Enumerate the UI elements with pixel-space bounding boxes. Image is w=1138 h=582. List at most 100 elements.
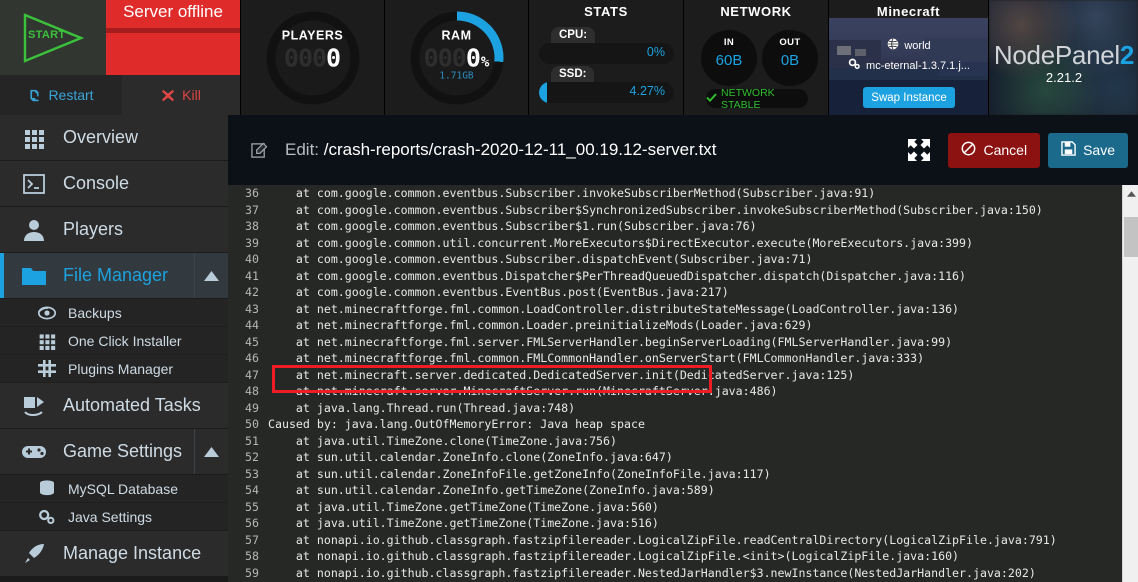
code-line: 54 at sun.util.calendar.ZoneInfo.getTime… <box>228 482 1122 499</box>
line-number: 40 <box>245 252 259 266</box>
line-number: 42 <box>245 285 259 299</box>
cancel-button[interactable]: Cancel <box>948 132 1041 168</box>
line-text: at net.minecraftforge.fml.server.FMLServ… <box>268 334 953 349</box>
sidebar-item-label: Backups <box>68 304 122 321</box>
minecraft-world-name: world <box>904 39 931 52</box>
line-number: 56 <box>245 516 259 530</box>
server-status-banner: Server offline <box>106 0 240 75</box>
grid-icon <box>38 333 56 350</box>
sidebar-item-label: MySQL Database <box>68 480 178 497</box>
sidebar-item-overview[interactable]: Overview <box>0 115 228 161</box>
sidebar-item-label: Java Settings <box>68 508 153 525</box>
start-button[interactable]: START <box>0 0 106 75</box>
line-number: 57 <box>245 532 259 547</box>
terminal-icon <box>22 173 46 195</box>
kill-button[interactable]: Kill <box>122 75 240 115</box>
ram-ghost-digits: 000 <box>423 43 467 72</box>
line-number: 59 <box>245 565 259 580</box>
players-ghost-digits: 000 <box>283 43 327 72</box>
players-gauge-ring: PLAYERS 0000 <box>266 11 359 104</box>
cpu-bar: 0% <box>539 43 674 64</box>
code-line: 42 at com.google.common.eventbus.EventBu… <box>228 284 1122 301</box>
line-number: 49 <box>245 400 259 415</box>
line-text: at com.google.common.eventbus.Subscriber… <box>268 219 757 233</box>
ram-gauge-title: RAM <box>441 28 472 42</box>
line-text: at com.google.common.eventbus.Subscriber… <box>268 202 1043 217</box>
code-view[interactable]: 36 at com.google.common.eventbus.Subscri… <box>228 185 1122 582</box>
line-text: at sun.util.calendar.ZoneInfo.getTimeZon… <box>268 483 715 497</box>
minecraft-instance-name: mc-eternal-1.3.7.1.j... <box>866 59 970 72</box>
network-status-badge: NETWORK STABLE <box>706 86 808 111</box>
editor-scrollbar[interactable] <box>1122 185 1138 582</box>
restart-button[interactable]: Restart <box>0 75 122 115</box>
sidebar-item-manage-instance[interactable]: Manage Instance <box>0 531 228 577</box>
line-text: at sun.util.calendar.ZoneInfoFile.getZon… <box>268 466 771 481</box>
tasks-icon <box>22 395 46 417</box>
cpu-label: CPU: <box>551 27 596 43</box>
code-line: 57 at nonapi.io.github.classgraph.fastzi… <box>228 532 1122 549</box>
scrollbar-thumb[interactable] <box>1124 217 1138 257</box>
ssd-bar-fill <box>539 82 548 103</box>
network-out-label: OUT <box>779 37 801 48</box>
code-line: 59 at nonapi.io.github.classgraph.fastzi… <box>228 565 1122 582</box>
cancel-label: Cancel <box>983 142 1028 158</box>
sidebar-item-label: Manage Instance <box>63 543 202 563</box>
network-in-value: 60B <box>715 52 743 69</box>
chevron-up-icon[interactable] <box>194 429 228 474</box>
user-icon <box>22 219 46 241</box>
pencil-icon <box>251 142 268 159</box>
globe-icon <box>887 38 899 53</box>
ram-subvalue: 1.71GB <box>439 70 474 81</box>
puzzle-icon <box>38 360 56 377</box>
gears-icon <box>848 58 861 73</box>
brand-panel: NodePanel2 2.21.2 <box>988 0 1138 115</box>
sidebar-item-game-settings[interactable]: Game Settings <box>0 429 228 475</box>
line-number: 43 <box>245 301 259 316</box>
line-text: at java.util.TimeZone.clone(TimeZone.jav… <box>268 433 618 448</box>
ban-icon <box>961 141 976 159</box>
line-number: 36 <box>245 186 259 200</box>
sidebar-item-automated-tasks[interactable]: Automated Tasks <box>0 383 228 429</box>
save-button[interactable]: Save <box>1048 132 1128 168</box>
sidebar-item-players[interactable]: Players <box>0 207 228 253</box>
kill-label: Kill <box>182 87 201 103</box>
network-title: NETWORK <box>720 4 792 19</box>
sidebar-item-mysql-database[interactable]: MySQL Database <box>0 475 228 503</box>
save-label: Save <box>1083 142 1115 158</box>
sidebar-item-one-click-installer[interactable]: One Click Installer <box>0 327 228 355</box>
line-text: at net.minecraftforge.fml.common.LoadCon… <box>268 301 960 316</box>
line-number: 37 <box>245 202 259 217</box>
brand-version: 2.21.2 <box>1045 70 1083 85</box>
start-label: START <box>28 28 66 41</box>
sidebar-item-label: Automated Tasks <box>63 395 201 415</box>
line-number: 46 <box>245 351 259 365</box>
sidebar-item-backups[interactable]: Backups <box>0 299 228 327</box>
network-out-gauge: OUT 0B <box>762 30 818 86</box>
line-number: 52 <box>245 450 259 464</box>
brand-name: NodePanel2 <box>989 40 1138 71</box>
line-text: at java.util.TimeZone.getTimeZone(TimeZo… <box>268 499 659 514</box>
code-line: 58 at nonapi.io.github.classgraph.fastzi… <box>228 548 1122 565</box>
code-line: 53 at sun.util.calendar.ZoneInfoFile.get… <box>228 466 1122 483</box>
server-power-panel: START Server offline Restart Kill <box>0 0 240 115</box>
code-line: 38 at com.google.common.eventbus.Subscri… <box>228 218 1122 235</box>
code-line: 40 at com.google.common.eventbus.Subscri… <box>228 251 1122 268</box>
sidebar-item-plugins-manager[interactable]: Plugins Manager <box>0 355 228 383</box>
expand-icon[interactable] <box>906 137 932 163</box>
database-icon <box>38 480 56 497</box>
network-status-label: NETWORK STABLE <box>721 86 775 111</box>
sidebar-item-console[interactable]: Console <box>0 161 228 207</box>
scroll-up-arrow-icon[interactable] <box>1123 185 1138 202</box>
line-number: 50 <box>245 417 259 431</box>
chevron-up-icon[interactable] <box>194 253 228 298</box>
backup-icon <box>38 305 56 321</box>
sidebar-item-file-manager[interactable]: File Manager <box>0 253 228 299</box>
line-text: at com.google.common.eventbus.Subscriber… <box>268 186 876 200</box>
gamepad-icon <box>22 441 46 463</box>
swap-instance-button[interactable]: Swap Instance <box>863 87 955 108</box>
sidebar-item-java-settings[interactable]: Java Settings <box>0 503 228 531</box>
sidebar-item-label: File Manager <box>63 265 169 285</box>
line-text: at net.minecraft.server.MinecraftServer.… <box>268 384 778 398</box>
line-number: 53 <box>245 466 259 481</box>
cpu-value: 0% <box>646 45 665 59</box>
